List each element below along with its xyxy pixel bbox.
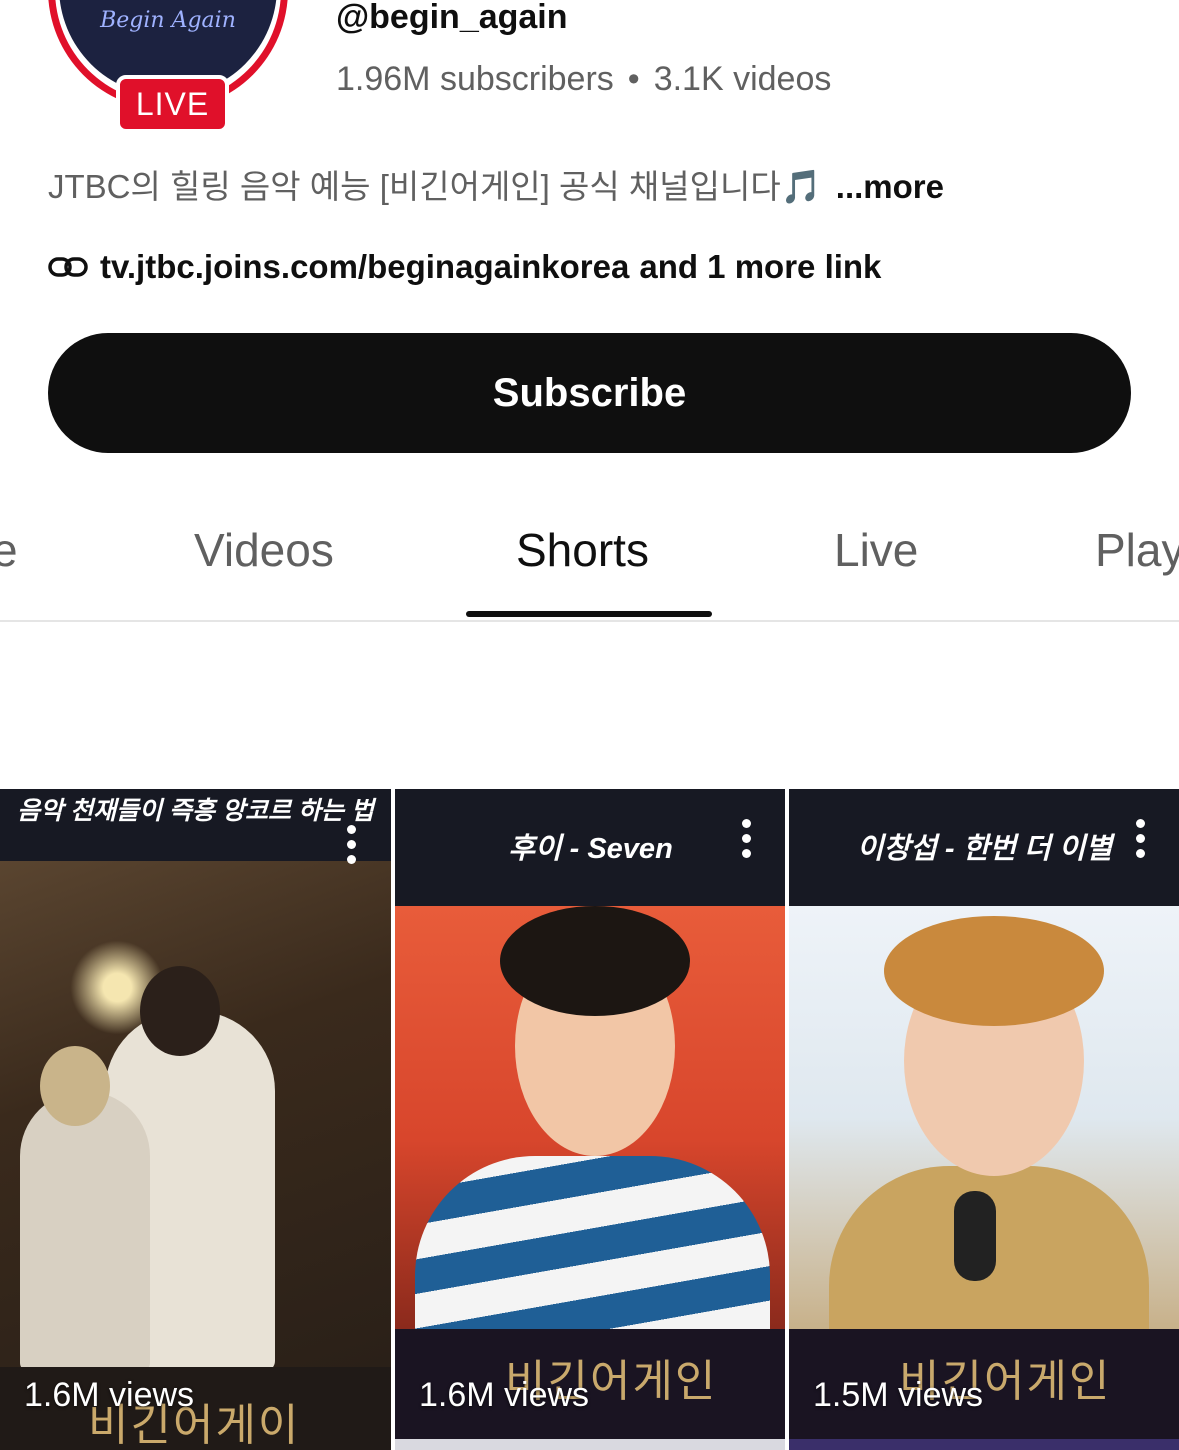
performer-head (140, 966, 220, 1056)
tab-live[interactable]: Live (834, 523, 918, 577)
tab-shorts[interactable]: Shorts (516, 523, 649, 577)
next-row-preview (395, 1439, 786, 1450)
video-count: 3.1K videos (653, 60, 832, 98)
short-thumbnail (789, 906, 1179, 1336)
performer-hair (884, 916, 1104, 1026)
tab-playlists[interactable]: Play (1095, 523, 1179, 577)
short-card[interactable]: 이창섭 - 한번 더 이별 비긴어게인 1.5M views (789, 789, 1179, 1450)
channel-description[interactable]: JTBC의 힐링 음악 예능 [비긴어게인] 공식 채널입니다🎵 ...more (48, 160, 944, 208)
microphone (954, 1191, 996, 1281)
performer-figure (20, 1091, 150, 1371)
channel-tabs: e Videos Shorts Live Play (0, 515, 1179, 622)
channel-stats: 1.96M subscribers • 3.1K videos (336, 60, 831, 99)
short-views: 1.6M views (419, 1376, 590, 1414)
tab-home[interactable]: e (0, 523, 18, 577)
avatar-logo-text: Begin Again (100, 8, 236, 33)
performer-head (40, 1046, 110, 1126)
short-card[interactable]: 음악 천재들이 즉흥 앙코르 하는 법 비긴어게이 1.6M views (0, 789, 391, 1450)
channel-links[interactable]: tv.jtbc.joins.com/beginagainkorea and 1 … (48, 248, 881, 286)
more-link[interactable]: ...more (836, 168, 944, 205)
more-options-icon[interactable] (1136, 819, 1146, 864)
short-thumbnail (0, 861, 391, 1371)
active-tab-indicator (466, 611, 712, 617)
short-views: 1.6M views (24, 1376, 195, 1414)
subscriber-count: 1.96M subscribers (336, 60, 614, 98)
more-options-icon[interactable] (347, 825, 357, 870)
link-icon (48, 257, 88, 277)
link-url[interactable]: tv.jtbc.joins.com/beginagainkorea (100, 248, 629, 286)
channel-handle: @begin_again (336, 0, 568, 36)
short-title: 이창섭 - 한번 더 이별 (856, 833, 1113, 865)
stats-separator: • (627, 60, 640, 98)
link-more[interactable]: and 1 more link (639, 248, 881, 286)
more-options-icon[interactable] (742, 819, 752, 864)
live-badge: LIVE (116, 75, 229, 133)
tab-videos[interactable]: Videos (194, 523, 334, 577)
short-title: 음악 천재들이 즉흥 앙코르 하는 법 (17, 797, 374, 825)
short-views: 1.5M views (813, 1376, 984, 1414)
performer-figure (415, 1156, 770, 1336)
channel-avatar[interactable]: Begin Again LIVE (48, 0, 288, 133)
short-title: 후이 - Seven (508, 833, 673, 865)
next-row-preview (789, 1439, 1179, 1450)
description-text: JTBC의 힐링 음악 예능 [비긴어게인] 공식 채널입니다🎵 (48, 168, 822, 205)
short-card[interactable]: 후이 - Seven 비긴어게인 1.6M views (395, 789, 786, 1450)
short-thumbnail (395, 906, 786, 1336)
subscribe-button[interactable]: Subscribe (48, 333, 1131, 453)
performer-hair (500, 906, 690, 1016)
